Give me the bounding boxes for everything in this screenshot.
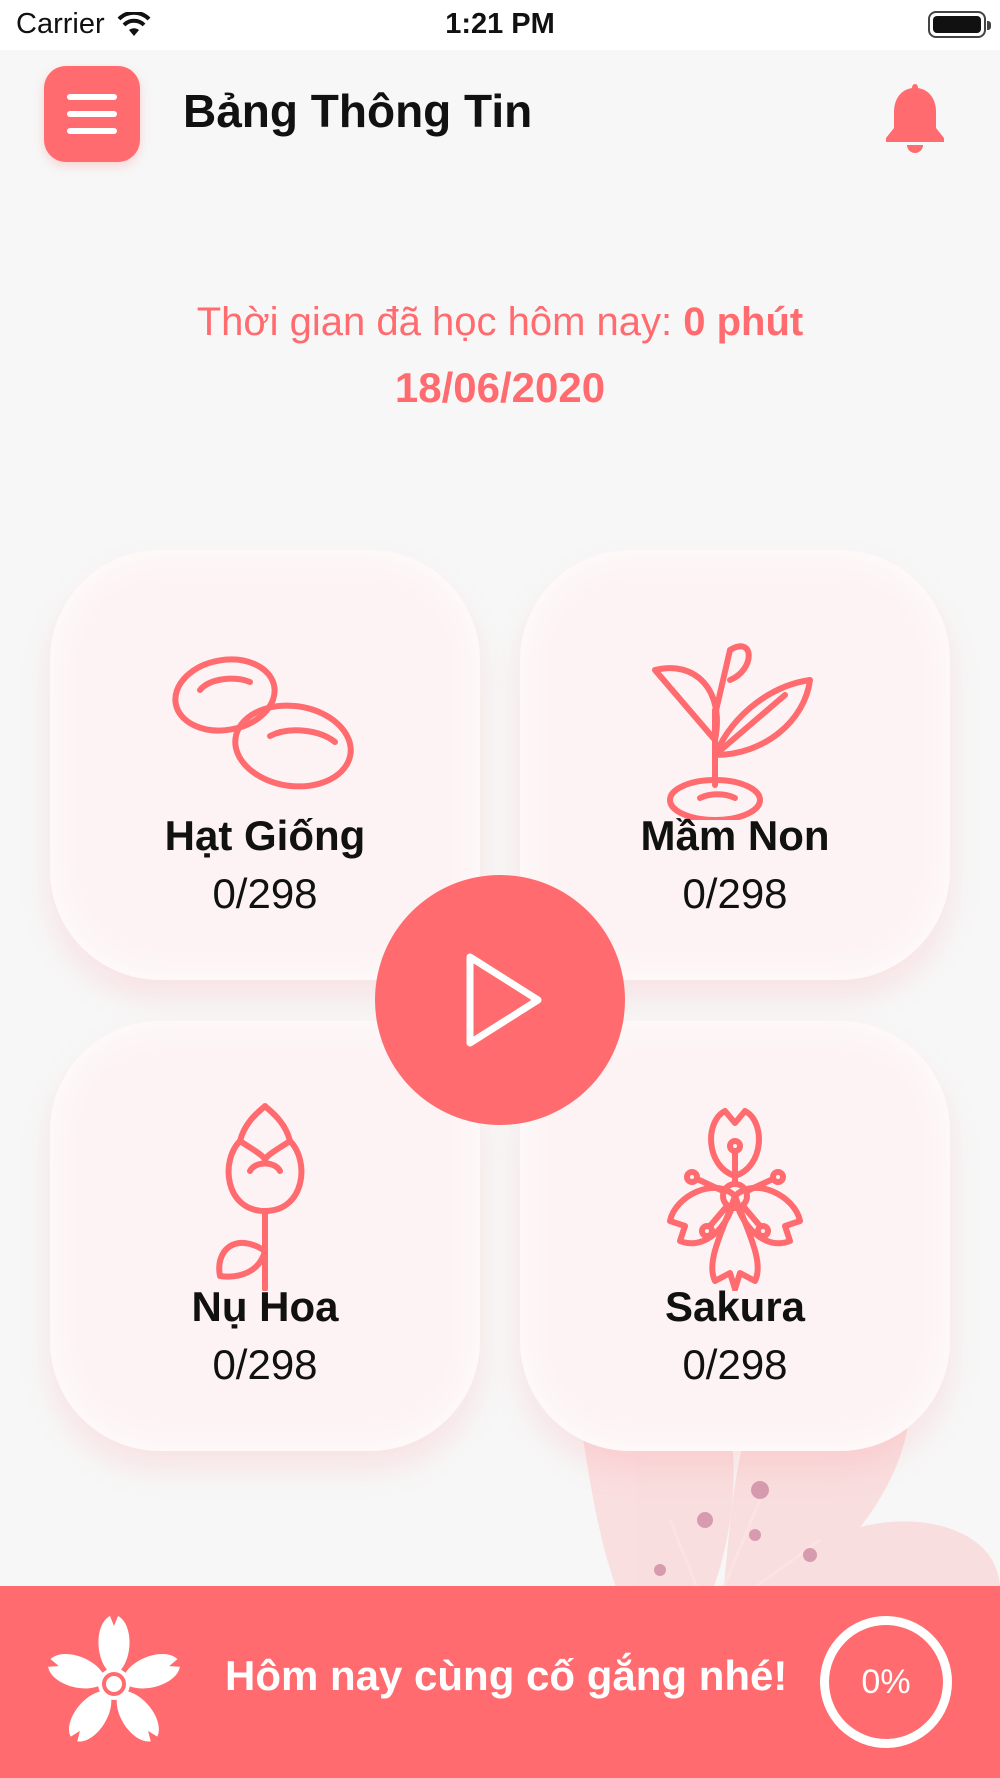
motivation-message: Hôm nay cùng cố gắng nhé! — [225, 1652, 788, 1699]
study-time-line: Thời gian đã học hôm nay: 0 phút — [0, 300, 1000, 345]
card-label: Hạt Giống — [164, 812, 366, 859]
sakura-icon — [667, 1108, 803, 1291]
battery-icon — [928, 11, 991, 38]
menu-line — [67, 128, 117, 134]
card-count: 0/298 — [682, 1341, 788, 1388]
play-icon — [466, 953, 542, 1047]
card-label: Nụ Hoa — [191, 1283, 339, 1330]
daily-progress-ring: 0% — [820, 1616, 952, 1748]
notification-button[interactable] — [880, 80, 950, 156]
sprout-icon — [652, 643, 813, 820]
card-count: 0/298 — [212, 1341, 318, 1388]
menu-line — [67, 111, 117, 117]
page-title: Bảng Thông Tin — [183, 85, 533, 137]
study-time-value: 0 phút — [683, 300, 804, 344]
menu-button[interactable] — [44, 66, 140, 162]
study-time-label: Thời gian đã học hôm nay: — [196, 300, 673, 344]
play-button[interactable] — [375, 875, 625, 1125]
card-label: Mầm Non — [640, 812, 830, 859]
menu-line — [67, 94, 117, 100]
bottom-motivation-bar: Hôm nay cùng cố gắng nhé! 0% — [0, 1586, 1000, 1778]
daily-progress-label: 0% — [861, 1662, 911, 1701]
status-bar: Carrier 1:21 PM — [0, 0, 1000, 50]
bell-icon — [886, 84, 944, 153]
seeds-icon — [172, 656, 354, 790]
study-date: 18/06/2020 — [394, 364, 606, 411]
sakura-flower-icon — [48, 1616, 180, 1742]
card-label: Sakura — [664, 1283, 806, 1330]
flower-bud-icon — [216, 1103, 305, 1291]
status-time: 1:21 PM — [445, 8, 555, 40]
